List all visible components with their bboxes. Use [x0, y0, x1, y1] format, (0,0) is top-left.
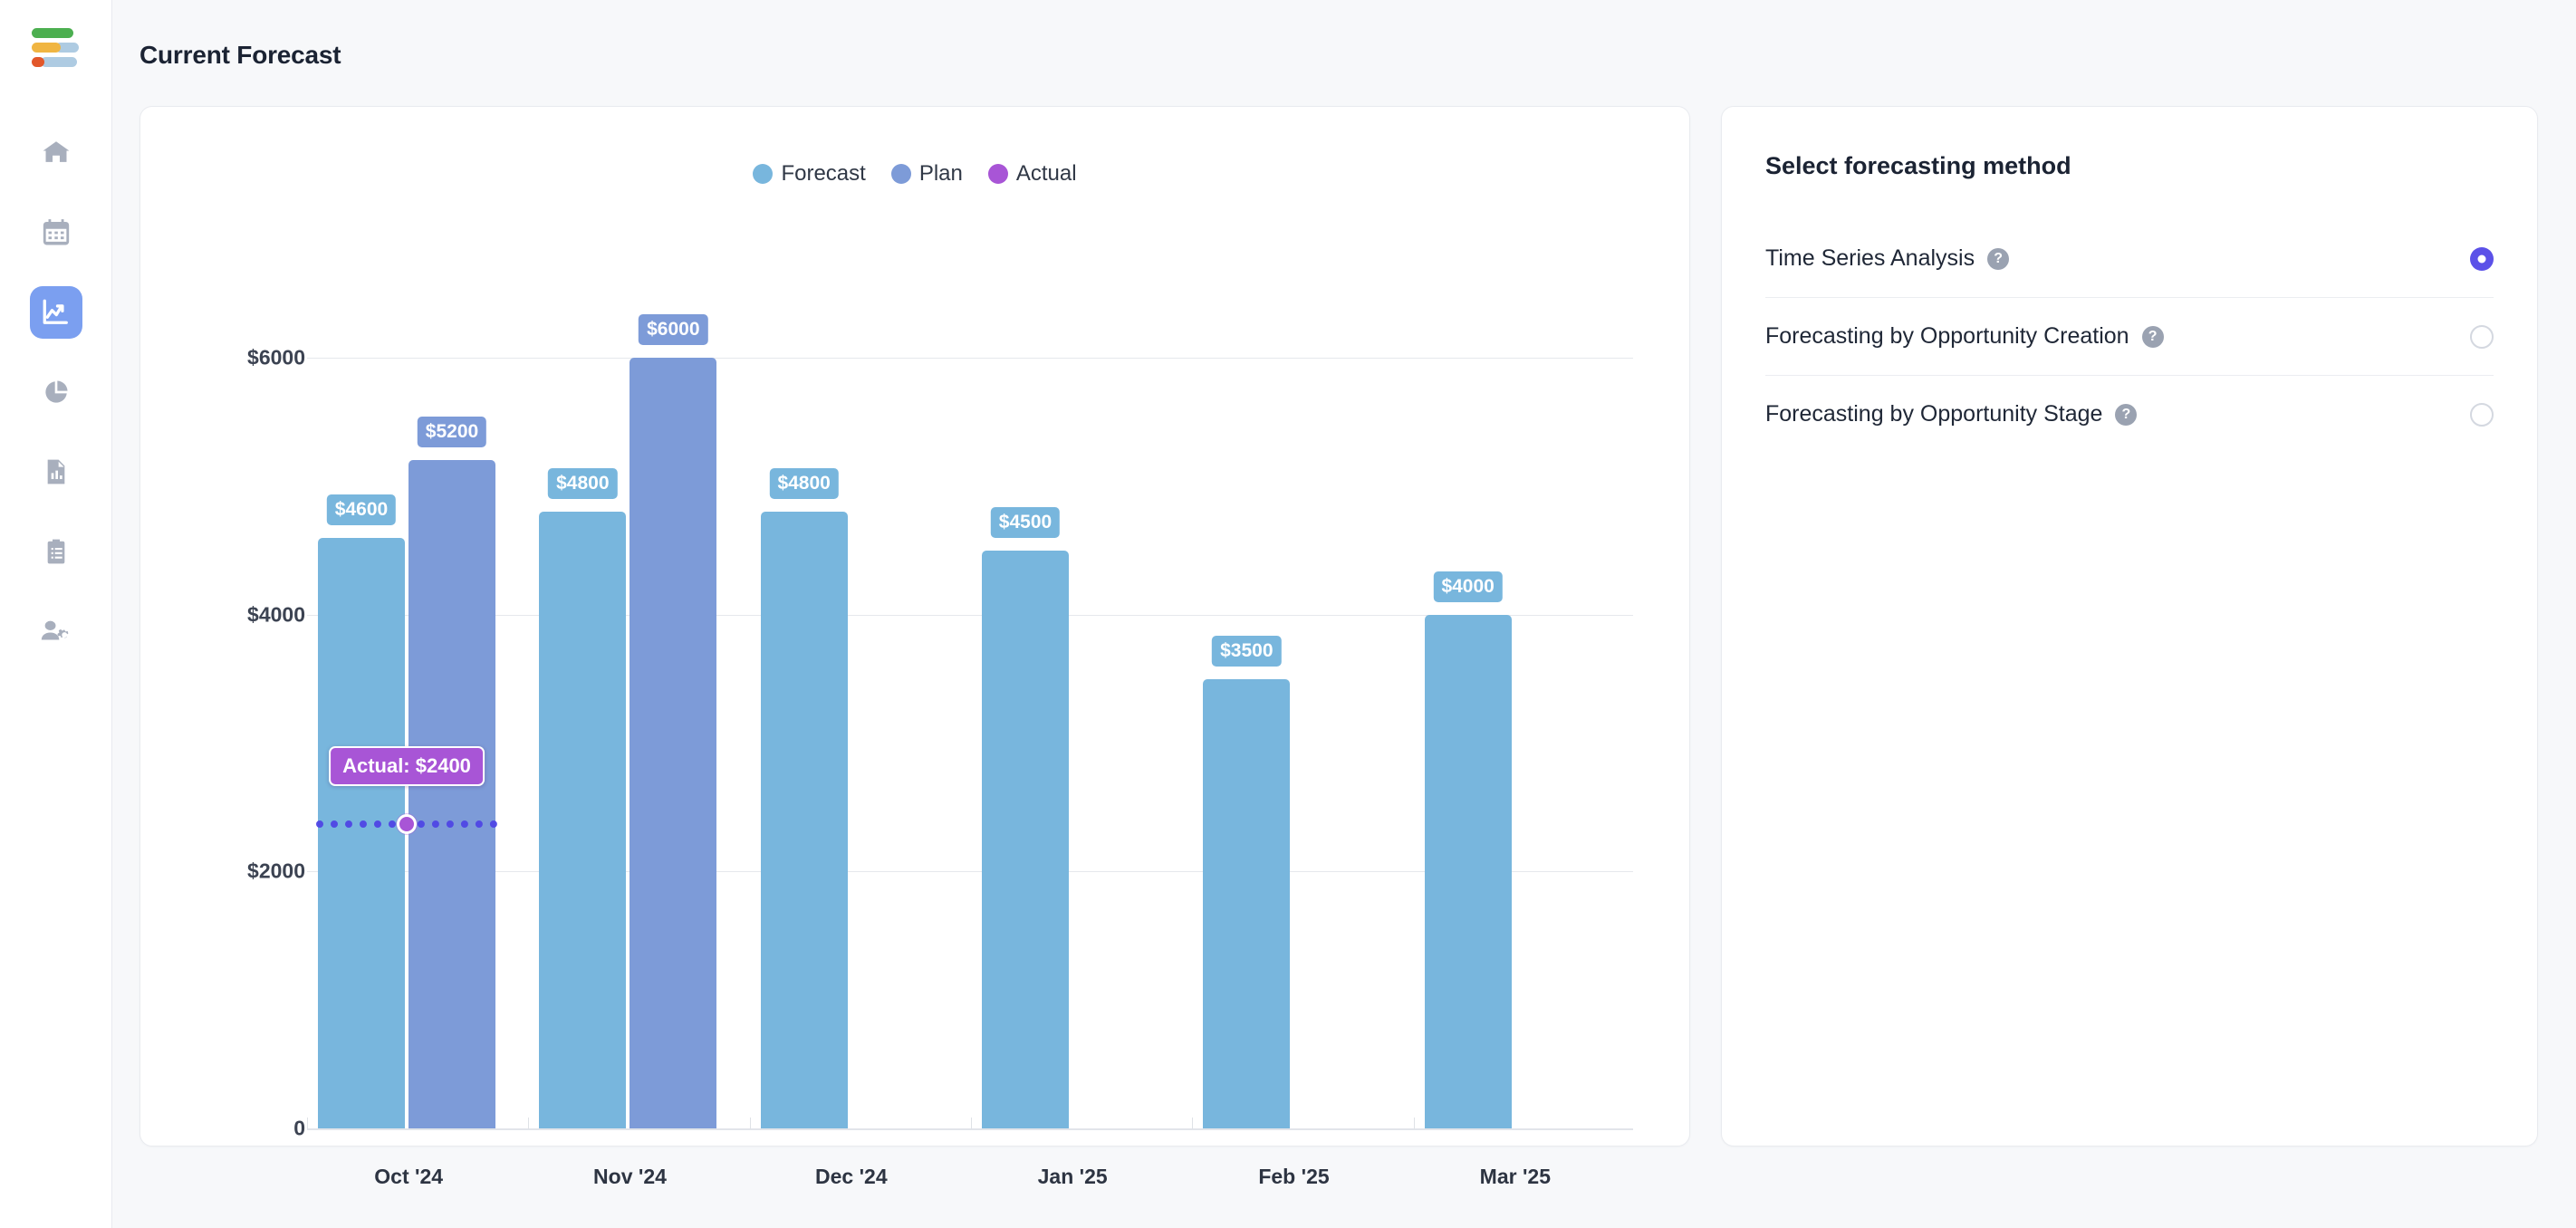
method-option-label: Time Series Analysis	[1765, 245, 1975, 271]
x-axis-baseline	[307, 1128, 1633, 1130]
analytics-logo[interactable]	[31, 24, 81, 71]
bar-value-label-forecast: $4600	[326, 494, 397, 525]
method-option-row[interactable]: Time Series Analysis?	[1765, 220, 2494, 298]
bar-forecast[interactable]	[318, 537, 405, 1128]
logo-row	[31, 56, 81, 67]
help-icon[interactable]: ?	[2141, 325, 2164, 348]
bar-value-label-forecast: $4800	[769, 468, 839, 500]
sidebar-item-forecast[interactable]	[29, 286, 82, 339]
sidebar-item-calendar[interactable]	[30, 206, 82, 259]
clipboard-icon	[47, 539, 64, 564]
pie-chart-icon	[44, 380, 68, 403]
x-axis-tick	[971, 1118, 972, 1129]
bar-forecast[interactable]	[1203, 678, 1291, 1128]
logo-row	[31, 27, 81, 38]
y-axis-tick-label: $2000	[247, 859, 305, 883]
method-option-label: Forecasting by Opportunity Stage	[1765, 401, 2103, 427]
bar-forecast[interactable]	[1424, 614, 1512, 1128]
x-axis-tick	[1192, 1118, 1194, 1129]
bar-plan[interactable]	[630, 358, 717, 1128]
x-axis-label: Dec '24	[815, 1165, 888, 1188]
method-option-radio[interactable]	[2470, 324, 2494, 349]
bar-value-label-forecast: $4000	[1433, 571, 1503, 602]
y-axis-tick-label: $6000	[247, 345, 305, 369]
bar-value-label-plan: $6000	[639, 314, 708, 345]
forecast-chart-card: Forecast Plan Actual $6000 $4000 $2000 0 $4600…	[139, 106, 1690, 1188]
chart-plot: $6000 $4000 $2000 0 $4600 $5200 $4800 $6000 $480…	[140, 107, 1689, 1188]
help-icon[interactable]: ?	[2115, 403, 2138, 426]
line-chart-icon	[43, 299, 68, 324]
main-area: Current Forecast Forecast Plan Actual $600…	[112, 0, 2576, 1228]
bar-plan[interactable]	[409, 460, 495, 1128]
method-panel-title: Select forecasting method	[1765, 152, 2071, 179]
help-icon[interactable]: ?	[1987, 247, 2010, 270]
report-icon	[47, 459, 64, 484]
app-root: Current Forecast Forecast Plan Actual $600…	[0, 0, 2576, 1228]
method-option-left: Forecasting by Opportunity Stage?	[1765, 401, 2138, 427]
bar-forecast[interactable]	[539, 512, 627, 1128]
method-option-label: Forecasting by Opportunity Creation	[1765, 323, 2129, 349]
x-axis-tick	[749, 1118, 751, 1129]
user-settings-icon	[41, 620, 68, 640]
logo-row	[31, 42, 81, 53]
bar-value-label-forecast: $4500	[990, 506, 1061, 538]
calendar-icon	[43, 219, 69, 245]
logo-bar-yellow	[31, 42, 61, 53]
sidebar-item-home[interactable]	[30, 127, 82, 179]
actual-data-point[interactable]	[397, 813, 417, 834]
y-axis-tick-label: $4000	[247, 602, 305, 627]
forecasting-method-card: Select forecasting method Time Series An…	[1721, 106, 2538, 1146]
sidebar-nav	[0, 127, 111, 657]
method-option-left: Forecasting by Opportunity Creation?	[1765, 323, 2164, 350]
logo-bar-green	[31, 27, 73, 38]
method-option-radio[interactable]	[2470, 402, 2494, 427]
content-area: Forecast Plan Actual $6000 $4000 $2000 0 $4600…	[112, 70, 2576, 1188]
logo-bar-orange	[31, 56, 44, 67]
bars-layer: $4600 $5200 $4800 $6000 $4800 $4500 $3500 $4000	[307, 107, 1633, 1129]
x-axis-tick	[1413, 1118, 1415, 1129]
home-icon	[43, 141, 69, 162]
x-axis-label: Nov '24	[593, 1165, 667, 1188]
sidebar-item-team-settings[interactable]	[30, 605, 82, 657]
x-axis-label: Mar '25	[1479, 1165, 1551, 1188]
bar-value-label-forecast: $3500	[1212, 635, 1282, 667]
x-axis-tick	[528, 1118, 530, 1129]
actual-tooltip: Actual: $2400	[329, 745, 485, 786]
logo-tail	[40, 56, 77, 67]
method-option-row[interactable]: Forecasting by Opportunity Stage?	[1765, 376, 2494, 453]
x-axis-label: Feb '25	[1258, 1165, 1330, 1188]
method-option-radio[interactable]	[2470, 246, 2494, 271]
y-axis-tick-label: 0	[293, 1116, 305, 1140]
sidebar-item-reports[interactable]	[30, 446, 82, 498]
method-option-left: Time Series Analysis?	[1765, 245, 2010, 272]
x-axis-label: Oct '24	[374, 1165, 444, 1188]
sidebar	[0, 0, 112, 1228]
x-axis-tick	[307, 1118, 308, 1129]
sidebar-item-tasks[interactable]	[30, 525, 82, 578]
bar-forecast[interactable]	[760, 512, 848, 1128]
method-option-row[interactable]: Forecasting by Opportunity Creation?	[1765, 298, 2494, 376]
page-title: Current Forecast	[139, 41, 341, 69]
bar-forecast[interactable]	[982, 550, 1069, 1128]
bar-value-label-plan: $5200	[417, 417, 487, 448]
method-options-list: Time Series Analysis? Forecasting by Oppo…	[1765, 220, 2494, 453]
bar-value-label-forecast: $4800	[548, 468, 618, 500]
sidebar-item-analytics[interactable]	[30, 366, 82, 418]
x-axis-label: Jan '25	[1037, 1165, 1108, 1188]
